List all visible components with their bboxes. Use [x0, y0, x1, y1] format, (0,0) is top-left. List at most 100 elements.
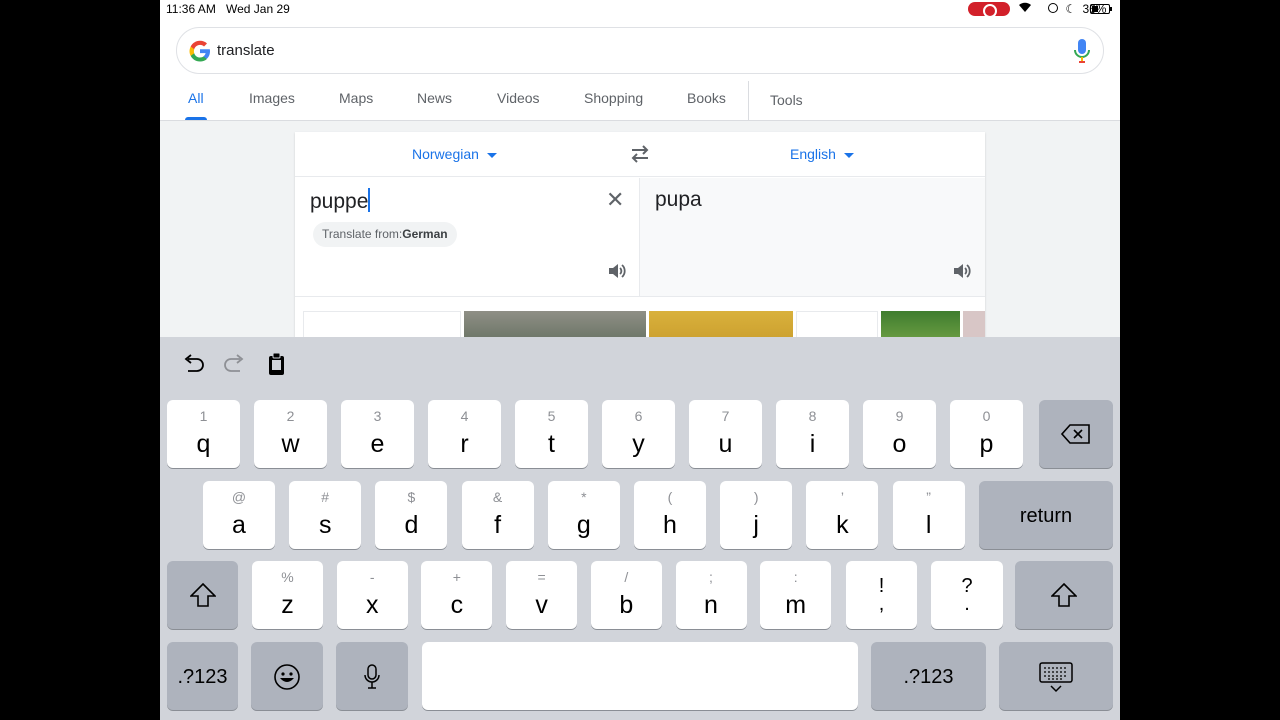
key-alt-char: * [581, 489, 587, 505]
key-z[interactable]: % z [252, 561, 323, 629]
image-results-row [295, 296, 985, 351]
key-main-char: h [663, 511, 677, 539]
key-d[interactable]: $ d [375, 481, 448, 549]
search-header: translate All Images Maps News Videos Sh… [160, 18, 1120, 121]
key-alt-char: % [281, 569, 294, 585]
key-i[interactable]: 8i [776, 400, 849, 468]
key-alt-char: 0 [982, 408, 991, 424]
tab-all[interactable]: All [188, 90, 204, 106]
translate-from-suggestion[interactable]: Translate from:German [313, 222, 457, 247]
tab-maps[interactable]: Maps [339, 90, 373, 106]
suggestion-language: German [402, 227, 448, 241]
device-screen: 11:36 AM Wed Jan 29 ☾ 36% translate All … [160, 0, 1120, 720]
question-period-key[interactable]: ? . [931, 561, 1003, 629]
tab-videos[interactable]: Videos [497, 90, 540, 106]
voice-search-icon[interactable] [1073, 38, 1091, 64]
key-main-char: y [632, 430, 645, 458]
key-main-char: g [576, 511, 591, 539]
space-key[interactable] [422, 642, 858, 710]
dismiss-keyboard-key[interactable] [999, 642, 1113, 710]
microphone-icon [364, 664, 380, 689]
key-r[interactable]: 4r [428, 400, 501, 468]
shift-icon [1051, 583, 1077, 607]
key-o[interactable]: 9o [863, 400, 936, 468]
status-bar: 11:36 AM Wed Jan 29 ☾ 36% [160, 0, 1120, 18]
key-m[interactable]: :m [760, 561, 832, 629]
key-f[interactable]: & f [461, 481, 534, 549]
return-key[interactable]: return [979, 481, 1113, 549]
key-alt-char: 4 [460, 408, 469, 424]
tabs-divider [748, 81, 749, 121]
source-text-input[interactable]: puppe [310, 188, 371, 214]
return-label: return [1019, 505, 1073, 527]
key-c[interactable]: + c [421, 561, 493, 629]
exclamation-comma-key[interactable]: ! , [846, 561, 917, 629]
tab-news[interactable]: News [417, 90, 452, 106]
key-main-char: z [281, 591, 294, 619]
key-main-char: w [281, 430, 300, 458]
key-v[interactable]: = v [506, 561, 578, 629]
source-language-select[interactable]: Norwegian [412, 146, 497, 162]
screen-recording-icon [968, 2, 1010, 18]
search-input[interactable]: translate [217, 42, 275, 59]
key-alt-char: 3 [373, 408, 382, 424]
key-n[interactable]: ; n [675, 561, 747, 629]
search-box[interactable]: translate [176, 27, 1104, 74]
shift-key-right[interactable] [1015, 561, 1113, 629]
wifi-icon [1018, 1, 1032, 16]
backspace-key[interactable] [1039, 400, 1113, 468]
key-alt-char: + [452, 569, 461, 585]
undo-icon[interactable] [180, 351, 206, 377]
key-q[interactable]: 1q [167, 400, 240, 468]
key-a[interactable]: @ a [203, 481, 275, 549]
key-main-char: d [404, 511, 419, 539]
key-j[interactable]: ) j [720, 481, 793, 549]
swap-languages-icon[interactable] [629, 144, 651, 164]
google-logo-icon [189, 40, 210, 62]
tab-shopping[interactable]: Shopping [584, 90, 643, 106]
key-main-char: i [809, 430, 816, 458]
source-panel: puppe ✕ Translate from:German [295, 178, 640, 296]
tab-books[interactable]: Books [687, 90, 726, 106]
emoji-key[interactable] [251, 642, 323, 710]
key-p[interactable]: 0p [950, 400, 1023, 468]
key-l[interactable]: ” l [892, 481, 965, 549]
target-language-select[interactable]: English [790, 146, 854, 162]
key-h[interactable]: (h [634, 481, 706, 549]
clear-icon[interactable]: ✕ [606, 188, 624, 212]
search-tabs: All Images Maps News Videos Shopping Boo… [160, 78, 1120, 121]
numbers-key-right[interactable]: .?123 [871, 642, 986, 710]
translate-card: Norwegian English puppe ✕ Translate from… [295, 132, 985, 351]
tab-images[interactable]: Images [249, 90, 295, 106]
tab-tools[interactable]: Tools [770, 92, 803, 108]
shift-key-left[interactable] [167, 561, 238, 629]
moon-icon: ☾ [1065, 2, 1077, 16]
key-u[interactable]: 7u [689, 400, 762, 468]
key-main-char: b [619, 591, 634, 619]
paste-icon[interactable] [264, 351, 290, 377]
key-s[interactable]: # s [289, 481, 362, 549]
redo-icon[interactable] [222, 351, 248, 377]
key-main-char: f [494, 511, 502, 539]
key-w[interactable]: 2w [254, 400, 327, 468]
key-y[interactable]: 6y [602, 400, 675, 468]
key-x[interactable]: -x [336, 561, 408, 629]
speaker-icon[interactable] [607, 262, 627, 280]
numbers-label: .?123 [903, 666, 954, 688]
key-t[interactable]: 5t [515, 400, 588, 468]
key-alt-char: $ [407, 489, 416, 505]
key-k[interactable]: ’ k [806, 481, 879, 549]
speaker-icon[interactable] [952, 262, 972, 280]
dictation-key[interactable] [336, 642, 408, 710]
key-e[interactable]: 3e [341, 400, 414, 468]
key-main-char: a [232, 511, 246, 539]
shift-icon [190, 583, 216, 607]
key-g[interactable]: * g [547, 481, 620, 549]
translated-text: pupa [655, 188, 702, 211]
numbers-key-left[interactable]: .?123 [167, 642, 238, 710]
key-main-char: o [892, 430, 907, 458]
key-main-char: k [836, 511, 849, 539]
chevron-down-icon [486, 152, 497, 158]
key-main-char: u [718, 430, 733, 458]
key-b[interactable]: / b [590, 561, 662, 629]
